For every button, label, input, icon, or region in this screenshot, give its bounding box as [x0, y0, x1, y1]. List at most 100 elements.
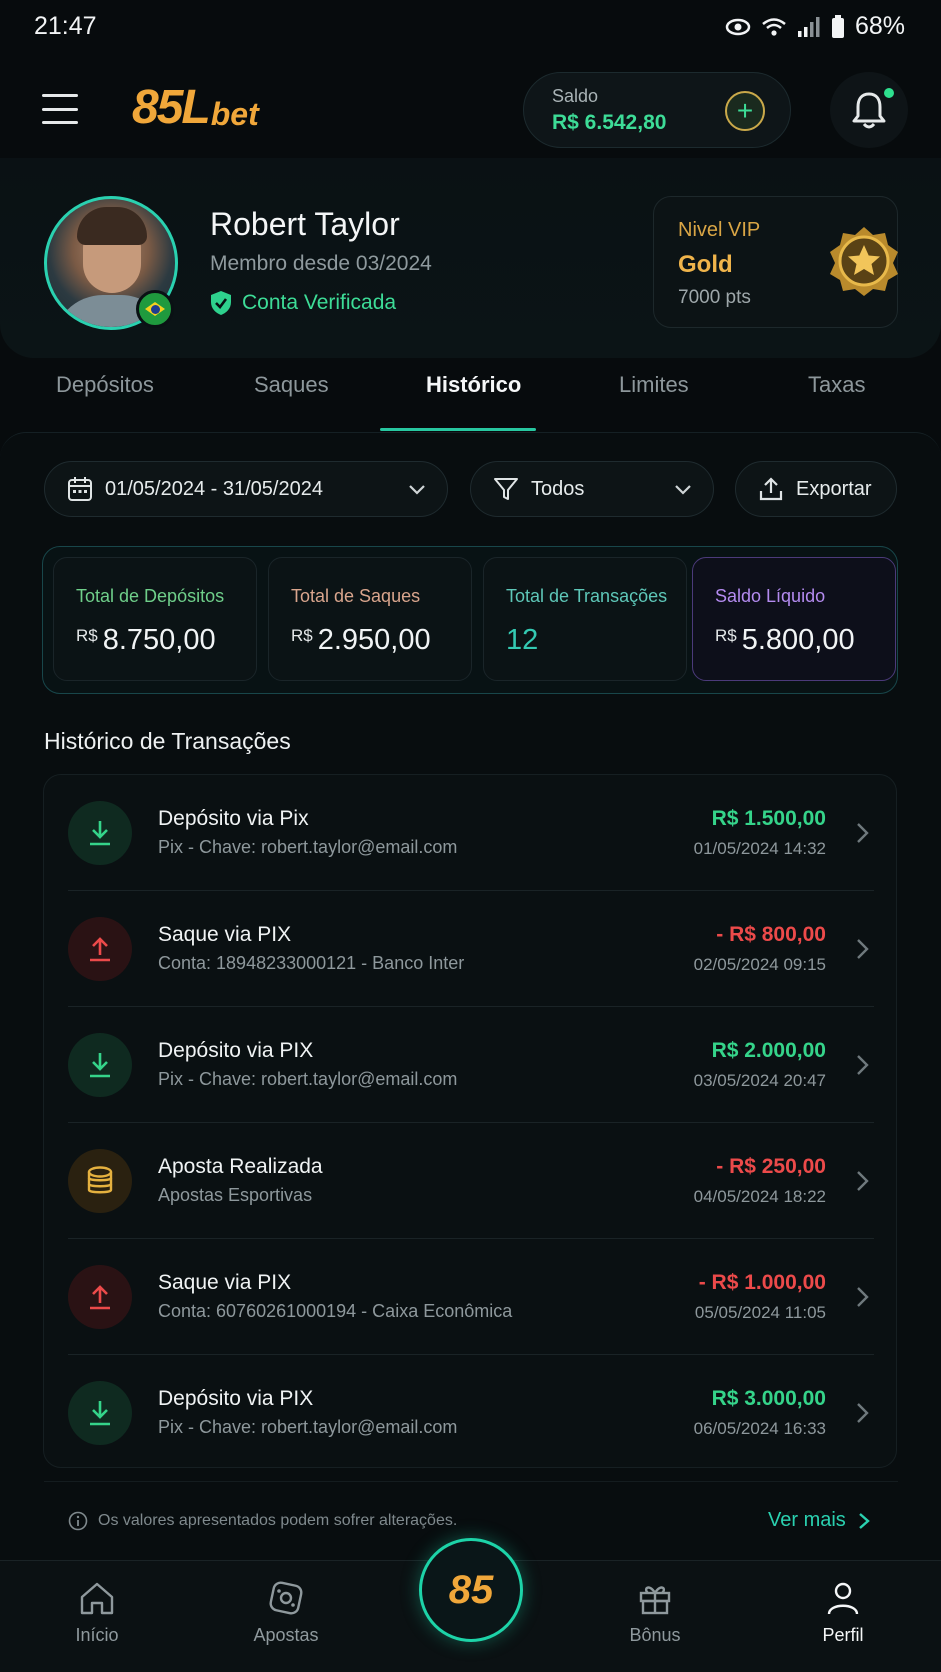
tab-depositos[interactable]: Depósitos	[56, 372, 154, 398]
summary-transactions-label: Total de Transações	[506, 586, 668, 606]
transaction-subtitle: Conta: 18948233000121 - Banco Inter	[158, 953, 465, 973]
see-more-link[interactable]: Ver mais	[768, 1509, 872, 1532]
tab-taxas[interactable]: Taxas	[808, 372, 865, 398]
nav-inicio[interactable]: Início	[37, 1579, 157, 1646]
transaction-subtitle: Apostas Esportivas	[158, 1185, 313, 1205]
transaction-amount: R$ 1.500,00	[711, 807, 826, 830]
tab-bar: Depósitos Saques Histórico Limites Taxas	[0, 372, 941, 432]
withdraw-icon	[68, 1265, 132, 1329]
nav-bonus-label: Bônus	[629, 1625, 681, 1645]
nav-apostas[interactable]: Apostas	[226, 1579, 346, 1646]
transaction-row[interactable]: Saque via PIX Conta: 60760261000194 - Ca…	[44, 1239, 898, 1355]
transaction-subtitle: Pix - Chave: robert.taylor@email.com	[158, 1417, 458, 1437]
transaction-row[interactable]: Depósito via PIX Pix - Chave: robert.tay…	[44, 1355, 898, 1471]
nav-perfil-label: Perfil	[822, 1625, 864, 1645]
tab-saques[interactable]: Saques	[254, 372, 329, 398]
tab-historico[interactable]: Histórico	[426, 372, 521, 398]
type-filter[interactable]: Todos	[470, 461, 714, 517]
transaction-title: Depósito via PIX	[158, 1387, 314, 1410]
notifications-button[interactable]	[830, 72, 908, 148]
date-range-filter[interactable]: 01/05/2024 - 31/05/2024	[44, 461, 448, 517]
bell-icon	[852, 92, 886, 129]
nav-center-logo-button[interactable]: 85	[419, 1538, 523, 1642]
summary-withdrawals-label: Total de Saques	[291, 586, 421, 606]
summary-deposits-label: Total de Depósitos	[76, 586, 225, 606]
transaction-row[interactable]: Depósito via Pix Pix - Chave: robert.tay…	[44, 775, 898, 891]
balance-label: Saldo	[552, 86, 599, 106]
vip-card[interactable]: Nivel VIP Gold 7000 pts	[653, 196, 898, 328]
summary-deposits: Total de Depósitos R$ 8.750,00	[53, 557, 257, 681]
brazil-flag-icon	[136, 290, 174, 328]
summary-deposits-value: R$ 8.750,00	[76, 624, 216, 657]
see-more-label: Ver mais	[768, 1509, 846, 1531]
menu-bar	[42, 107, 78, 111]
summary-net-label: Saldo Líquido	[715, 586, 826, 606]
balance-pill[interactable]: Saldo R$ 6.542,80 +	[523, 72, 791, 148]
transaction-subtitle: Pix - Chave: robert.taylor@email.com	[158, 1069, 458, 1089]
vip-label: Nivel VIP	[678, 219, 761, 241]
menu-bar	[42, 121, 78, 124]
transaction-date: 05/05/2024 11:05	[694, 1303, 826, 1322]
export-button[interactable]: Exportar	[735, 461, 897, 517]
logo-main-text: 85L	[132, 81, 211, 134]
menu-button[interactable]	[42, 94, 78, 124]
transaction-date: 01/05/2024 14:32	[693, 839, 826, 858]
user-name: Robert Taylor	[210, 206, 400, 242]
transaction-amount: R$ 2.000,00	[711, 1039, 826, 1062]
brand-logo[interactable]: 85L bet	[132, 84, 259, 132]
chevron-right-icon	[857, 939, 869, 959]
transaction-title: Saque via PIX	[158, 923, 292, 946]
add-funds-button[interactable]: +	[725, 91, 765, 131]
deposit-icon	[68, 1033, 132, 1097]
transaction-subtitle: Pix - Chave: robert.taylor@email.com	[158, 837, 458, 857]
chevron-right-icon	[857, 1403, 869, 1423]
chevron-right-icon	[857, 1287, 869, 1307]
status-time: 21:47	[34, 12, 97, 40]
signal-icon	[797, 16, 820, 37]
transaction-row[interactable]: Aposta Realizada Apostas Esportivas - R$…	[44, 1123, 898, 1239]
nav-perfil[interactable]: Perfil	[783, 1579, 903, 1646]
footer-divider	[44, 1481, 898, 1482]
withdraw-icon	[68, 917, 132, 981]
battery-icon	[831, 14, 844, 38]
disclaimer-note: Os valores apresentados podem sofrer alt…	[68, 1511, 457, 1531]
nav-bonus[interactable]: Bônus	[595, 1579, 715, 1646]
summary-transactions: Total de Transações 12	[483, 557, 687, 681]
upload-icon	[759, 477, 783, 501]
notification-dot	[884, 88, 894, 98]
deposit-icon	[68, 1381, 132, 1445]
active-tab-indicator	[380, 428, 536, 431]
currency-symbol: R$	[76, 626, 98, 645]
eye-comfort-icon	[725, 18, 751, 35]
transaction-amount: - R$ 1.000,00	[698, 1271, 826, 1294]
gift-icon	[639, 1586, 671, 1615]
chevron-right-icon	[857, 823, 869, 843]
deposit-icon	[68, 801, 132, 865]
transaction-title: Depósito via Pix	[158, 807, 309, 830]
transaction-row[interactable]: Saque via PIX Conta: 18948233000121 - Ba…	[44, 891, 898, 1007]
summary-net-value: R$ 5.800,00	[715, 624, 855, 657]
verified-badge: Conta Verificada	[210, 290, 396, 316]
avatar-hair	[77, 207, 147, 245]
transaction-title: Depósito via PIX	[158, 1039, 314, 1062]
nav-inicio-label: Início	[75, 1625, 119, 1645]
tab-limites[interactable]: Limites	[619, 372, 689, 398]
chevron-right-icon	[857, 1171, 869, 1191]
type-filter-value: Todos	[531, 477, 585, 500]
transaction-date: 03/05/2024 20:47	[693, 1071, 826, 1090]
withdrawals-amount: 2.950,00	[317, 624, 431, 656]
transaction-date: 06/05/2024 16:33	[693, 1419, 826, 1438]
transaction-row[interactable]: Depósito via PIX Pix - Chave: robert.tay…	[44, 1007, 898, 1123]
chevron-right-icon	[859, 1512, 870, 1529]
wifi-icon	[762, 17, 786, 36]
export-label: Exportar	[796, 477, 872, 500]
currency-symbol: R$	[291, 626, 313, 645]
transaction-amount: - R$ 800,00	[716, 923, 826, 946]
transaction-subtitle: Conta: 60760261000194 - Caixa Econômica	[158, 1301, 513, 1321]
chevron-right-icon	[857, 1055, 869, 1075]
balance-value: R$ 6.542,80	[552, 111, 667, 134]
summary-withdrawals-value: R$ 2.950,00	[291, 624, 431, 657]
currency-symbol: R$	[715, 626, 737, 645]
deposits-amount: 8.750,00	[102, 624, 216, 656]
info-icon	[68, 1511, 88, 1531]
